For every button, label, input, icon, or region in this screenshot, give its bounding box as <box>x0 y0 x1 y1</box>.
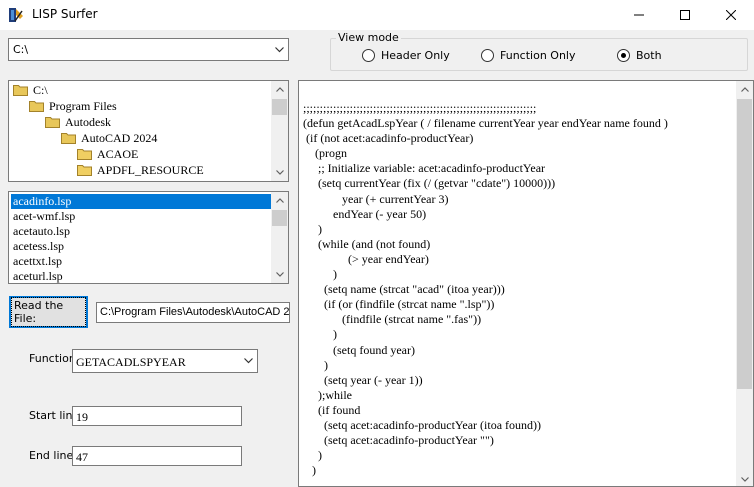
folder-closed-icon <box>77 164 92 176</box>
scroll-down-icon[interactable] <box>736 471 753 486</box>
radio-label: Header Only <box>381 49 450 62</box>
folder-closed-icon <box>77 148 92 160</box>
list-item[interactable]: acetess.lsp <box>11 239 273 254</box>
list-item[interactable]: acet-wmf.lsp <box>11 209 273 224</box>
scroll-up-icon[interactable] <box>271 81 288 98</box>
tree-item-root[interactable]: C:\ <box>13 82 48 98</box>
scroll-thumb[interactable] <box>272 210 287 226</box>
tree-item-label: ACAOE <box>97 146 139 161</box>
start-line-field[interactable]: 19 <box>72 406 242 426</box>
end-line-label: End line: <box>29 449 77 462</box>
minimize-button[interactable] <box>616 0 662 30</box>
maximize-icon <box>680 10 690 20</box>
scroll-down-icon[interactable] <box>271 266 288 283</box>
radio-both[interactable]: Both <box>617 49 662 62</box>
tree-item-label: AutoCAD 2024 <box>81 130 158 145</box>
list-item[interactable]: aceturl.lsp <box>11 269 273 283</box>
list-item[interactable]: acetauto.lsp <box>11 224 273 239</box>
code-viewer[interactable]: ;;;;;;;;;;;;;;;;;;;;;;;;;;;;;;;;;;;;;;;;… <box>298 80 754 487</box>
scroll-up-icon[interactable] <box>736 81 753 98</box>
file-path-field[interactable]: C:\Program Files\Autodesk\AutoCAD 2024\S… <box>96 302 290 323</box>
scroll-down-icon[interactable] <box>271 164 288 181</box>
view-mode-legend: View mode <box>336 31 401 44</box>
scroll-thumb[interactable] <box>272 99 287 115</box>
tree-item-label: APDFL_RESOURCE <box>97 162 204 177</box>
maximize-button[interactable] <box>662 0 708 30</box>
function-combobox[interactable]: GETACADLSPYEAR <box>72 349 258 373</box>
tree-item-autocad-2024[interactable]: AutoCAD 2024 <box>61 130 157 146</box>
list-item[interactable]: acettxt.lsp <box>11 254 273 269</box>
scroll-thumb[interactable] <box>737 99 752 389</box>
radio-function-only[interactable]: Function Only <box>481 49 575 62</box>
list-item[interactable]: acadinfo.lsp <box>11 194 273 209</box>
radio-indicator[interactable] <box>362 49 375 62</box>
file-path-value: C:\Program Files\Autodesk\AutoCAD 2024\S… <box>100 306 290 318</box>
folder-tree-scrollbar[interactable] <box>271 81 288 181</box>
read-file-button[interactable]: Read the File: <box>9 296 88 328</box>
app-icon <box>9 8 23 22</box>
tree-item-autodesk[interactable]: Autodesk <box>45 114 111 130</box>
tree-item-apdfl-resource[interactable]: APDFL_RESOURCE <box>77 162 204 178</box>
drive-value: C:\ <box>13 43 29 56</box>
chevron-down-icon[interactable] <box>239 350 257 372</box>
window-title: LISP Surfer <box>32 7 98 21</box>
file-list-scrollbar[interactable] <box>271 192 288 283</box>
end-line-field[interactable]: 47 <box>72 446 242 466</box>
folder-open-icon <box>61 132 76 144</box>
file-list[interactable]: acadinfo.lsp acet-wmf.lsp acetauto.lsp a… <box>8 191 289 284</box>
function-value: GETACADLSPYEAR <box>76 355 186 369</box>
code-scrollbar[interactable] <box>736 81 753 486</box>
scroll-up-icon[interactable] <box>271 192 288 209</box>
radio-header-only[interactable]: Header Only <box>362 49 450 62</box>
code-text: ;;;;;;;;;;;;;;;;;;;;;;;;;;;;;;;;;;;;;;;;… <box>303 101 668 478</box>
folder-open-icon <box>13 84 28 96</box>
radio-label: Function Only <box>500 49 576 62</box>
radio-indicator[interactable] <box>617 49 630 62</box>
chevron-down-icon[interactable] <box>270 39 288 60</box>
radio-indicator[interactable] <box>481 49 494 62</box>
drive-combobox[interactable]: C:\ <box>8 38 289 61</box>
tree-item-label: C:\ <box>33 82 48 97</box>
folder-open-icon <box>29 100 44 112</box>
close-button[interactable] <box>708 0 754 30</box>
end-line-value: 47 <box>76 450 88 464</box>
folder-open-icon <box>45 116 60 128</box>
radio-label: Both <box>636 49 662 62</box>
read-file-label: Read the File: <box>11 297 86 327</box>
minimize-icon <box>634 14 644 16</box>
start-line-value: 19 <box>76 410 88 424</box>
tree-item-program-files[interactable]: Program Files <box>29 98 117 114</box>
tree-item-label: Program Files <box>49 98 117 113</box>
tree-item-label: Autodesk <box>65 114 111 129</box>
close-icon <box>726 10 736 20</box>
folder-tree[interactable]: C:\ Program Files Autodesk AutoCAD 2024 … <box>8 80 289 182</box>
tree-item-acaoe[interactable]: ACAOE <box>77 146 138 162</box>
